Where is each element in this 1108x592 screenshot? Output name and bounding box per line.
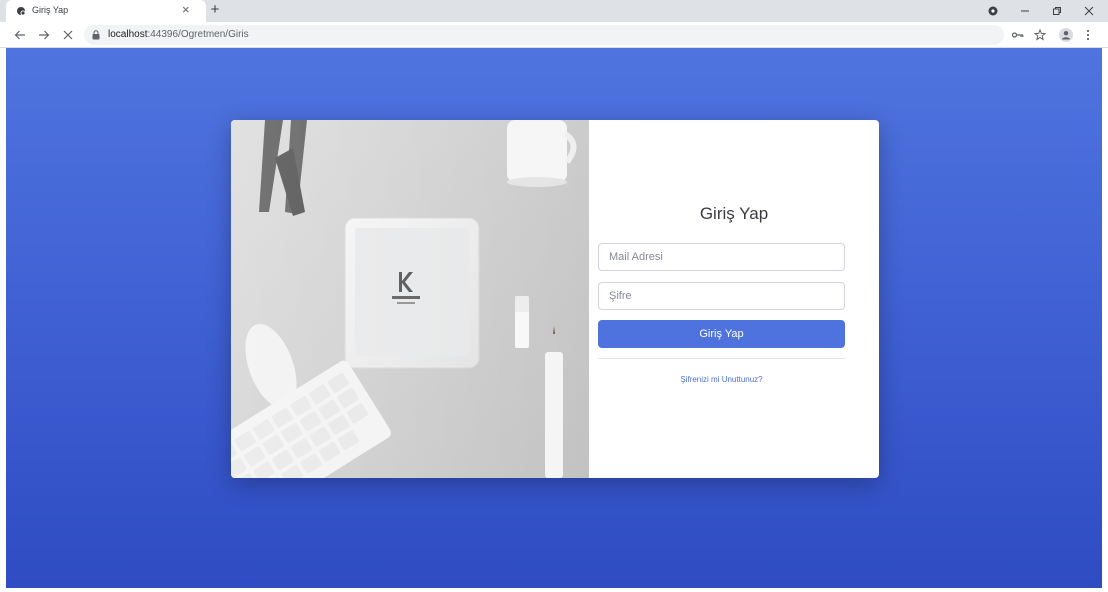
- minimize-icon[interactable]: [1010, 0, 1040, 22]
- window-close-icon[interactable]: [1074, 0, 1104, 22]
- tab-title: Giriş Yap: [32, 5, 69, 15]
- tab-close-icon[interactable]: ×: [182, 2, 190, 18]
- loading-favicon-icon: [17, 7, 26, 16]
- tab-strip: Giriş Yap × +: [0, 0, 1108, 22]
- browser-toolbar: localhost:44396/Ogretmen/Giris: [0, 22, 1108, 48]
- kebab-menu-icon[interactable]: [1078, 25, 1098, 45]
- login-card: Giriş Yap Giriş Yap Şifrenizi mi Unuttun…: [231, 120, 879, 478]
- address-bar[interactable]: localhost:44396/Ogretmen/Giris: [84, 25, 1004, 45]
- url-text: localhost:44396/Ogretmen/Giris: [108, 29, 249, 40]
- desk-mockup-illustration: [231, 120, 589, 478]
- restore-icon[interactable]: [1042, 0, 1072, 22]
- browser-window: Giriş Yap × + localhost:44396/Ogretmen/G…: [0, 0, 1108, 592]
- desk-mockup-image: [231, 120, 589, 478]
- login-form: Giriş Yap Giriş Yap Şifrenizi mi Unuttun…: [589, 120, 879, 478]
- forgot-password-link[interactable]: Şifrenizi mi Unuttunuz?: [589, 375, 854, 384]
- new-tab-button[interactable]: +: [206, 1, 224, 19]
- lock-icon: [92, 30, 100, 40]
- form-divider: [598, 358, 845, 359]
- browser-tab[interactable]: Giriş Yap ×: [6, 0, 206, 22]
- email-input[interactable]: [598, 243, 845, 271]
- page-viewport: Giriş Yap Giriş Yap Şifrenizi mi Unuttun…: [6, 48, 1102, 588]
- key-icon[interactable]: [1008, 25, 1028, 45]
- arrow-left-icon[interactable]: [10, 25, 30, 45]
- url-host: localhost: [108, 29, 148, 40]
- arrow-right-icon[interactable]: [34, 25, 54, 45]
- url-path: :44396/Ogretmen/Giris: [147, 29, 249, 40]
- star-icon[interactable]: [1030, 25, 1050, 45]
- stop-loading-icon[interactable]: [58, 25, 78, 45]
- profile-icon[interactable]: [1056, 25, 1076, 45]
- login-button[interactable]: Giriş Yap: [598, 320, 845, 348]
- page-title: Giriş Yap: [699, 204, 769, 223]
- extension-icon[interactable]: [978, 0, 1008, 22]
- password-input[interactable]: [598, 282, 845, 310]
